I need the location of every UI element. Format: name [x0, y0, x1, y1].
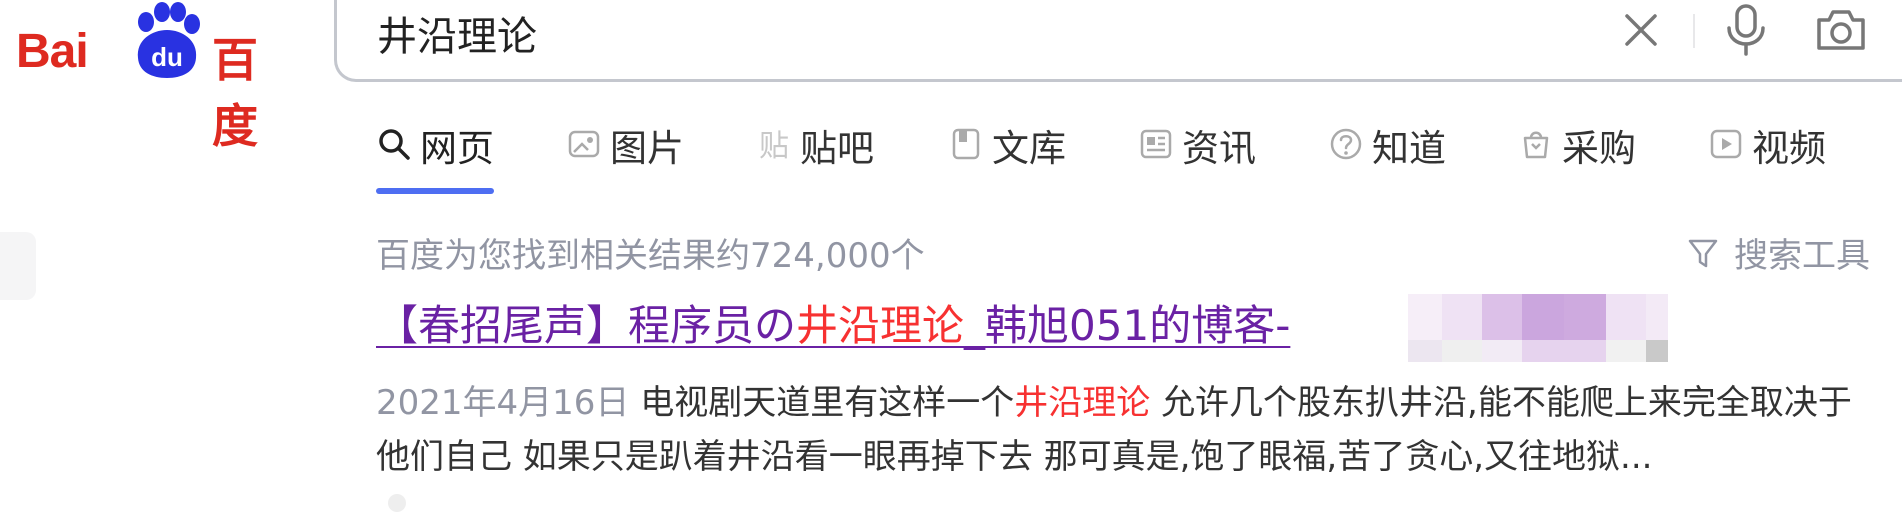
active-tab-indicator	[376, 188, 494, 194]
tab-wenku[interactable]: 文库	[948, 118, 1066, 198]
logo-text-baidu: 百度	[212, 33, 258, 153]
result-abstract: 2021年4月16日 电视剧天道里有这样一个井沿理论 允许几个股东扒井沿,能不能…	[376, 376, 1876, 484]
tab-zhidao-label: 知道	[1372, 127, 1446, 170]
tab-images-label: 图片	[610, 127, 684, 170]
camera-icon[interactable]	[1813, 4, 1869, 54]
search-box[interactable]: 井沿理论	[334, 0, 1902, 82]
svg-text:贴: 贴	[759, 129, 789, 162]
search-input[interactable]: 井沿理论	[377, 4, 537, 62]
abstract-text: 电视剧天道里有这样一个	[640, 383, 1015, 423]
result-date: 2021年4月16日	[376, 383, 630, 423]
video-icon	[1710, 129, 1742, 159]
result-title-highlight: 井沿理论	[796, 301, 965, 350]
clear-icon[interactable]	[1619, 8, 1663, 52]
tieba-icon: 贴	[759, 129, 789, 162]
search-divider	[1693, 14, 1695, 48]
tab-news-label: 资讯	[1182, 127, 1256, 170]
baidu-logo[interactable]: Bai du 百度	[16, 2, 296, 153]
shopping-icon	[1523, 131, 1549, 159]
source-favicon	[388, 494, 406, 512]
side-panel-edge	[0, 232, 36, 300]
result-title-part: _韩旭051的博客-	[964, 301, 1291, 350]
result-count: 百度为您找到相关结果约724,000个	[376, 236, 925, 276]
tab-video[interactable]: 视频	[1708, 118, 1826, 198]
tab-tieba-label: 贴吧	[800, 127, 874, 170]
tab-purchase-label: 采购	[1562, 127, 1636, 170]
logo-text-bai: Bai	[16, 25, 89, 78]
document-icon	[952, 128, 980, 160]
result-title-part: 【春招尾声】程序员の	[376, 301, 797, 350]
abstract-highlight: 井沿理论	[1014, 383, 1151, 423]
search-tools-label: 搜索工具	[1734, 236, 1870, 276]
search-tools-button[interactable]: 搜索工具	[1686, 228, 1870, 277]
tab-tieba[interactable]: 贴 贴吧	[756, 118, 874, 198]
tab-web[interactable]: 网页	[376, 118, 494, 198]
microphone-icon[interactable]	[1723, 2, 1769, 58]
image-icon	[568, 130, 600, 158]
tab-news[interactable]: 资讯	[1138, 118, 1256, 198]
tab-web-label: 网页	[420, 127, 494, 170]
tab-zhidao[interactable]: 知道	[1328, 118, 1446, 198]
tab-purchase[interactable]: 采购	[1518, 118, 1636, 198]
baidu-paw-icon: du	[137, 2, 200, 78]
question-icon	[1330, 128, 1362, 160]
tab-images[interactable]: 图片	[566, 118, 684, 198]
news-icon	[1140, 129, 1172, 159]
filter-icon	[1688, 239, 1718, 267]
search-icon	[379, 129, 410, 160]
tab-wenku-label: 文库	[992, 127, 1066, 170]
blurred-title-area	[1408, 294, 1668, 362]
result-title-link[interactable]: 【春招尾声】程序员の井沿理论_韩旭051的博客-	[376, 292, 1290, 353]
logo-text-du: du	[151, 42, 183, 72]
tab-video-label: 视频	[1752, 127, 1826, 170]
